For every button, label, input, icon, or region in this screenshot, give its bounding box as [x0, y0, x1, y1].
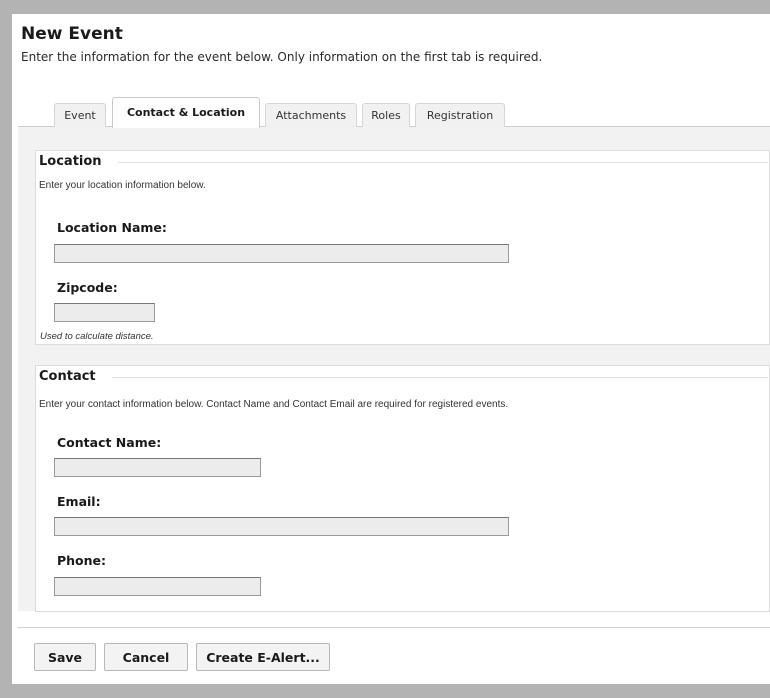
email-input[interactable]	[54, 517, 509, 536]
zipcode-hint: Used to calculate distance.	[40, 331, 154, 342]
tab-event[interactable]: Event	[54, 103, 106, 127]
location-name-input[interactable]	[54, 244, 509, 263]
save-button[interactable]: Save	[34, 643, 96, 671]
location-legend: Location	[39, 154, 102, 169]
contact-name-input[interactable]	[54, 458, 261, 477]
zipcode-input[interactable]	[54, 303, 155, 322]
tab-contact-location[interactable]: Contact & Location	[112, 97, 260, 128]
email-label: Email:	[57, 494, 101, 509]
footer-divider	[18, 627, 770, 628]
location-legend-rule	[118, 162, 768, 163]
page-title: New Event	[21, 24, 123, 44]
contact-name-label: Contact Name:	[57, 435, 162, 450]
page-subtitle: Enter the information for the event belo…	[21, 50, 543, 64]
contact-legend-rule	[112, 377, 768, 378]
tab-registration[interactable]: Registration	[415, 103, 505, 127]
contact-legend: Contact	[39, 369, 96, 384]
contact-description: Enter your contact information below. Co…	[39, 399, 509, 410]
create-e-alert-button[interactable]: Create E-Alert...	[196, 643, 330, 671]
location-name-label: Location Name:	[57, 220, 167, 235]
tab-roles[interactable]: Roles	[362, 103, 410, 127]
zipcode-label: Zipcode:	[57, 280, 118, 295]
phone-input[interactable]	[54, 577, 261, 596]
tab-attachments[interactable]: Attachments	[265, 103, 357, 127]
location-description: Enter your location information below.	[39, 180, 206, 191]
phone-label: Phone:	[57, 553, 107, 568]
cancel-button[interactable]: Cancel	[104, 643, 188, 671]
